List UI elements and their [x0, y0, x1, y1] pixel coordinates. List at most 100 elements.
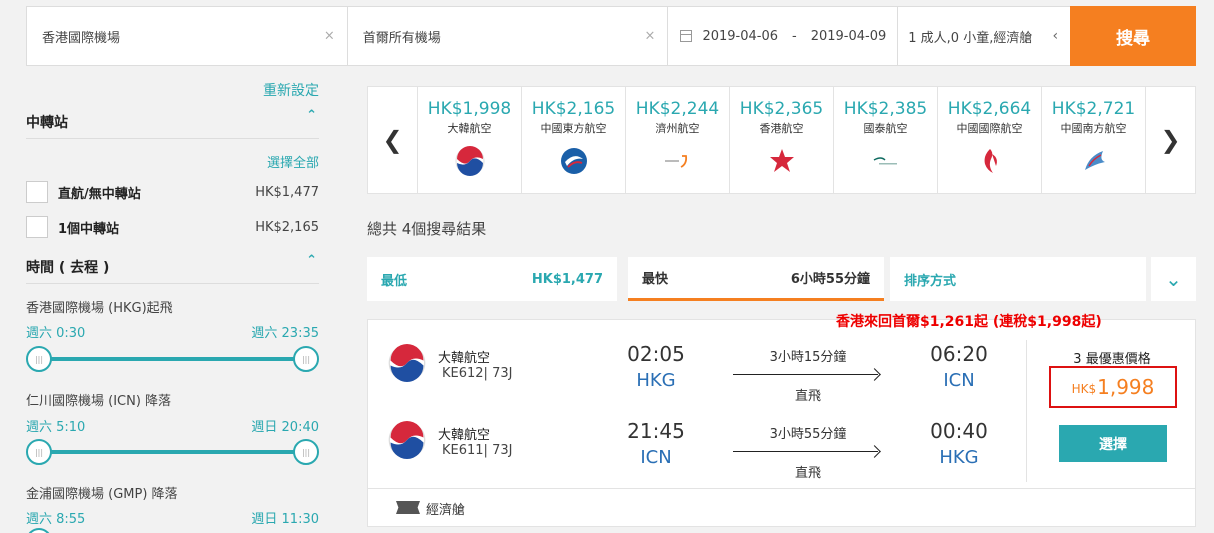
chevron-up-icon[interactable]: ⌃: [306, 108, 317, 123]
passenger-value: 1 成人,0 小童,經濟艙: [908, 30, 1033, 46]
clear-origin-icon[interactable]: ×: [324, 29, 335, 44]
sort-tab-label: 排序方式: [904, 273, 957, 289]
range-start: 週六 0:30: [26, 326, 86, 341]
time-section-header[interactable]: 時間 ( 去程 ) ⌃: [26, 253, 319, 277]
leg-departure-airport: ICN: [640, 447, 672, 468]
airline-price-carousel: ❮ HK$1,998 大韓航空 HK$2,165 中國東方航空 HK$2,244…: [367, 86, 1196, 194]
ticket-icon: [396, 501, 420, 514]
destination-value: 首爾所有機場: [362, 30, 441, 46]
slider-handle-start[interactable]: |||: [26, 439, 52, 465]
range-start: 週六 8:55: [26, 512, 86, 527]
flight-leg-return: 大韓航空 KE611| 73J 21:45 ICN 3小時55分鐘 直飛 00:…: [368, 417, 1025, 487]
carousel-prev-button[interactable]: ❮: [368, 87, 418, 193]
chevron-up-icon[interactable]: ⌃: [306, 253, 317, 268]
airline-name: 大韓航空: [447, 122, 492, 135]
sort-tab-value: HK$1,477: [531, 271, 603, 287]
airline-cell[interactable]: HK$2,664 中國國際航空: [938, 87, 1042, 193]
stop-option-label: 直航/無中轉站: [58, 186, 141, 202]
korean-air-logo-icon: [455, 146, 484, 176]
sort-tab-fastest[interactable]: 最快 6小時55分鐘: [628, 257, 884, 301]
sort-tab-cheapest[interactable]: 最低 HK$1,477: [367, 257, 617, 301]
airline-cell[interactable]: HK$2,721 中國南方航空: [1042, 87, 1146, 193]
airline-cell[interactable]: HK$1,998 大韓航空: [418, 87, 522, 193]
sort-tab-label: 最快: [642, 272, 669, 287]
leg-departure-airport: HKG: [636, 370, 676, 391]
price-highlight-box: HK$ 1,998: [1049, 366, 1177, 408]
slider-handle-start[interactable]: |||: [26, 346, 52, 372]
promo-annotation: 香港來回首爾$1,261起 (連稅$1,998起): [836, 314, 1102, 330]
time-title: 時間 ( 去程 ): [26, 260, 110, 276]
passenger-field[interactable]: 1 成人,0 小童,經濟艙 ‹: [898, 7, 1070, 65]
airline-price: HK$2,165: [531, 99, 616, 119]
airline-cell[interactable]: HK$2,385 國泰航空: [834, 87, 938, 193]
clear-destination-icon[interactable]: ×: [645, 29, 656, 44]
result-count: 總共 4個搜尋結果: [367, 220, 487, 238]
slider-handle-end[interactable]: |||: [293, 439, 319, 465]
date-separator: -: [792, 28, 797, 44]
hong-kong-airlines-logo-icon: [769, 149, 794, 172]
time-group-label: 香港國際機場 (HKG)起飛: [26, 301, 173, 316]
range-start: 週六 5:10: [26, 420, 86, 435]
slider-handle-start[interactable]: [26, 528, 52, 533]
leg-duration: 3小時15分鐘: [769, 350, 847, 365]
china-eastern-logo-icon: [560, 148, 587, 174]
icn-arrival-slider[interactable]: ||| |||: [26, 439, 319, 465]
airline-price: HK$2,244: [635, 99, 720, 119]
price-column: 3 最優惠價格 HK$ 1,998 選擇: [1026, 340, 1196, 482]
stops-section-header[interactable]: 中轉站 ⌃: [26, 108, 319, 132]
flight-leg-outbound: 大韓航空 KE612| 73J 02:05 HKG 3小時15分鐘 直飛 06:…: [368, 340, 1025, 410]
sort-bar: 最低 HK$1,477 最快 6小時55分鐘 排序方式 ⌄: [367, 257, 1196, 301]
slider-handle-end[interactable]: |||: [293, 346, 319, 372]
airline-price: HK$1,998: [427, 99, 512, 119]
time-group-label: 仁川國際機場 (ICN) 降落: [26, 394, 172, 409]
sort-dropdown-button[interactable]: ⌄: [1151, 257, 1196, 301]
korean-air-logo-icon: [388, 344, 426, 382]
date-range-field[interactable]: 2019-04-06 - 2019-04-09: [668, 7, 899, 65]
time-group-label: 金浦國際機場 (GMP) 降落: [26, 487, 178, 502]
stop-option-one-stop[interactable]: 1個中轉站 HK$2,165: [26, 212, 319, 242]
search-button[interactable]: 搜尋: [1070, 6, 1196, 66]
price-amount: 1,998: [1097, 375, 1155, 399]
sort-tab-sort-by[interactable]: 排序方式: [890, 257, 1146, 301]
airline-name: 香港航空: [759, 122, 804, 135]
select-flight-button[interactable]: 選擇: [1059, 425, 1167, 462]
jeju-air-logo-icon: [664, 155, 687, 168]
price-currency: HK$: [1071, 382, 1097, 396]
leg-arrival-time: 00:40: [930, 419, 988, 443]
leg-airline-name: 大韓航空: [438, 351, 491, 366]
reset-link[interactable]: 重新設定: [263, 80, 319, 100]
carousel-next-button[interactable]: ❯: [1145, 87, 1195, 193]
airline-cell[interactable]: HK$2,244 濟州航空: [626, 87, 730, 193]
departure-time-slider[interactable]: ||| |||: [26, 346, 319, 372]
slider-track: [38, 450, 307, 454]
depart-date: 2019-04-06: [702, 28, 778, 44]
airline-price: HK$2,385: [843, 99, 928, 119]
range-end: 週日 11:30: [251, 512, 319, 527]
range-end: 週六 23:35: [251, 326, 319, 341]
calendar-icon: [680, 30, 693, 42]
leg-flight-code: KE612| 73J: [442, 366, 513, 381]
filter-sidebar: 重新設定 中轉站 ⌃ 選擇全部 直航/無中轉站 HK$1,477 1個中轉站 H…: [26, 78, 319, 533]
checkbox[interactable]: [26, 181, 48, 203]
airline-cell[interactable]: HK$2,365 香港航空: [730, 87, 834, 193]
stop-option-direct[interactable]: 直航/無中轉站 HK$1,477: [26, 177, 319, 207]
select-all-link[interactable]: 選擇全部: [267, 152, 319, 171]
origin-field[interactable]: 香港國際機場 ×: [27, 7, 348, 65]
airline-price: HK$2,664: [947, 99, 1032, 119]
return-date: 2019-04-09: [810, 28, 887, 44]
stop-option-label: 1個中轉站: [58, 221, 120, 237]
destination-field[interactable]: 首爾所有機場 ×: [348, 7, 669, 65]
gmp-arrival-slider[interactable]: [26, 528, 319, 533]
time-range-labels: 週六 8:55 週日 11:30: [26, 508, 319, 527]
search-bar: 香港國際機場 × 首爾所有機場 × 2019-04-06 - 2019-04-0…: [26, 6, 1196, 66]
chevron-right-icon: ❯: [1160, 126, 1181, 154]
checkbox[interactable]: [26, 216, 48, 238]
divider: [26, 283, 319, 284]
stops-title: 中轉站: [26, 115, 68, 131]
best-price-label: 3 最優惠價格: [1073, 352, 1151, 367]
slider-track: [38, 357, 307, 361]
arrow-right-icon: [733, 374, 878, 375]
airline-cell[interactable]: HK$2,165 中國東方航空: [522, 87, 626, 193]
leg-arrival-time: 06:20: [930, 342, 988, 366]
airline-price: HK$2,721: [1051, 99, 1136, 119]
